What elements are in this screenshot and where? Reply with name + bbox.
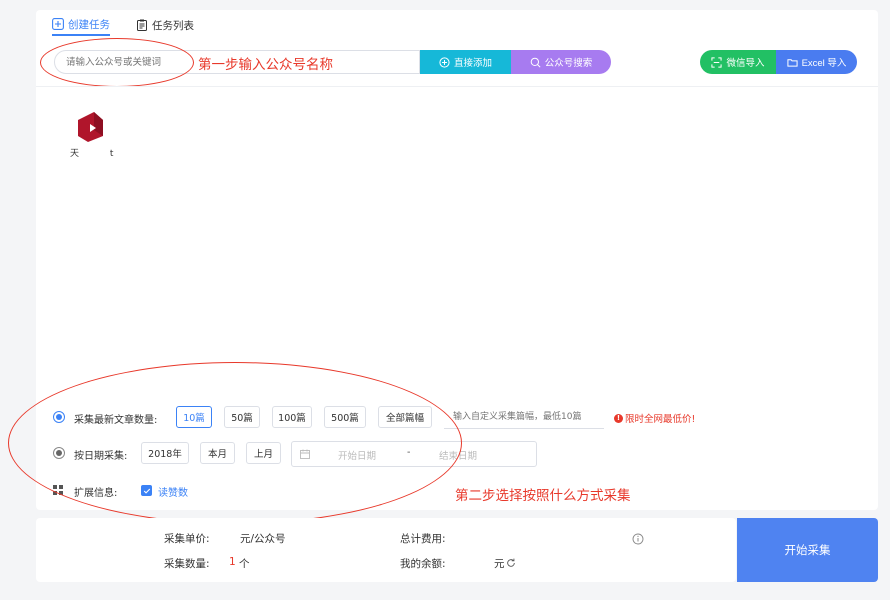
- direct-add-label: 直接添加: [453, 58, 492, 69]
- count-unit: 个: [239, 558, 250, 570]
- balance-label: 我的余额:: [400, 558, 446, 570]
- excel-import-button[interactable]: Excel 导入: [776, 50, 857, 74]
- step2-annotation: 第二步选择按照什么方式采集: [455, 488, 631, 504]
- count-label: 采集数量:: [164, 558, 210, 570]
- promo-label: 限时全网最低价!: [625, 414, 696, 425]
- start-collect-button[interactable]: 开始采集: [737, 518, 878, 582]
- total-cost-label: 总计费用:: [400, 533, 446, 545]
- plus-square-icon: [52, 18, 64, 30]
- account-search-label: 公众号搜索: [544, 58, 593, 69]
- alert-icon: !: [614, 413, 623, 423]
- tab-task-list[interactable]: 任务列表: [136, 14, 194, 36]
- wechat-import-label: 微信导入: [726, 58, 765, 69]
- custom-count-input[interactable]: [444, 405, 604, 429]
- tab-task-list-label: 任务列表: [152, 19, 194, 32]
- tab-create-task[interactable]: 创建任务: [52, 14, 110, 36]
- clipboard-icon: [137, 19, 147, 31]
- step1-highlight-ellipse: [40, 38, 194, 87]
- summary-bar: [36, 518, 736, 582]
- account-search-button[interactable]: 公众号搜索: [511, 50, 611, 74]
- wechat-import-button[interactable]: 微信导入: [700, 50, 776, 74]
- start-collect-label: 开始采集: [784, 545, 831, 557]
- refresh-icon[interactable]: [506, 558, 516, 568]
- promo-text: ! 限时全网最低价!: [614, 411, 695, 425]
- direct-add-button[interactable]: 直接添加: [420, 50, 511, 74]
- step1-annotation: 第一步输入公众号名称: [198, 57, 333, 73]
- search-icon: [530, 57, 541, 68]
- header-divider: [36, 86, 878, 87]
- count-value: 1: [229, 556, 236, 568]
- info-icon[interactable]: [632, 533, 644, 545]
- account-name: 天 t: [70, 149, 128, 159]
- unit-price-value: 元/公众号: [240, 533, 286, 545]
- folder-icon: [786, 58, 798, 67]
- plus-circle-icon: [439, 56, 450, 68]
- scan-icon: [711, 56, 723, 68]
- tab-create-task-label: 创建任务: [68, 18, 110, 31]
- tab-bar: 创建任务 任务列表: [52, 14, 194, 38]
- balance-value: 元: [494, 558, 505, 570]
- excel-import-label: Excel 导入: [801, 58, 847, 69]
- unit-price-label: 采集单价:: [164, 533, 210, 545]
- step2-highlight-ellipse: [8, 362, 462, 524]
